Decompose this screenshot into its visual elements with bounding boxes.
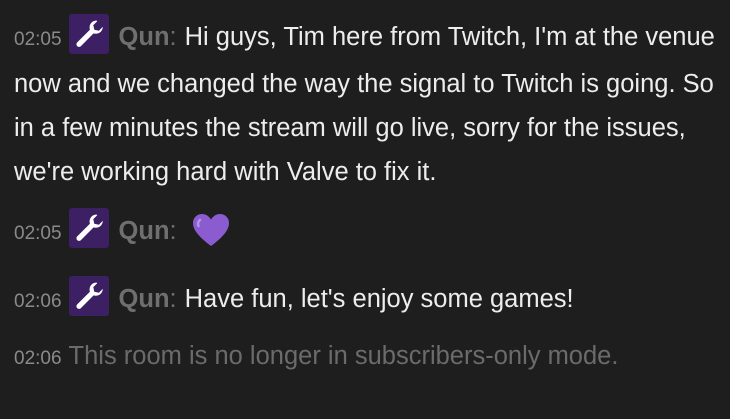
wrench-icon <box>75 214 103 241</box>
chat-message: 02:05 Qun: Hi guys, Tim here from Twitch, … <box>14 14 720 194</box>
system-message-text: This room is no longer in subscribers-on… <box>68 342 619 370</box>
moderator-badge[interactable] <box>68 276 109 316</box>
message-timestamp: 02:05 <box>14 29 62 50</box>
message-text: Have fun, let's enjoy some games! <box>184 285 574 313</box>
chat-username[interactable]: Qun <box>119 23 170 51</box>
chat-log: 02:05 Qun: Hi guys, Tim here from Twitch, … <box>0 0 730 419</box>
message-timestamp: 02:06 <box>14 291 62 312</box>
moderator-badge[interactable] <box>68 208 109 248</box>
chat-message: 02:06 Qun: Have fun, let's enjoy some game… <box>14 276 720 324</box>
purple-heart-icon[interactable] <box>191 212 231 262</box>
system-message: 02:06 This room is no longer in subscribe… <box>14 338 720 377</box>
wrench-icon <box>75 20 103 47</box>
chat-message: 02:05 Qun: <box>14 208 720 262</box>
chat-username[interactable]: Qun <box>119 285 170 313</box>
message-timestamp: 02:05 <box>14 223 62 244</box>
username-colon: : <box>169 285 177 313</box>
wrench-icon <box>75 282 103 309</box>
chat-username[interactable]: Qun <box>119 217 170 245</box>
moderator-badge[interactable] <box>68 14 109 54</box>
username-colon: : <box>169 217 177 245</box>
message-timestamp: 02:06 <box>14 348 62 369</box>
username-colon: : <box>169 23 177 51</box>
